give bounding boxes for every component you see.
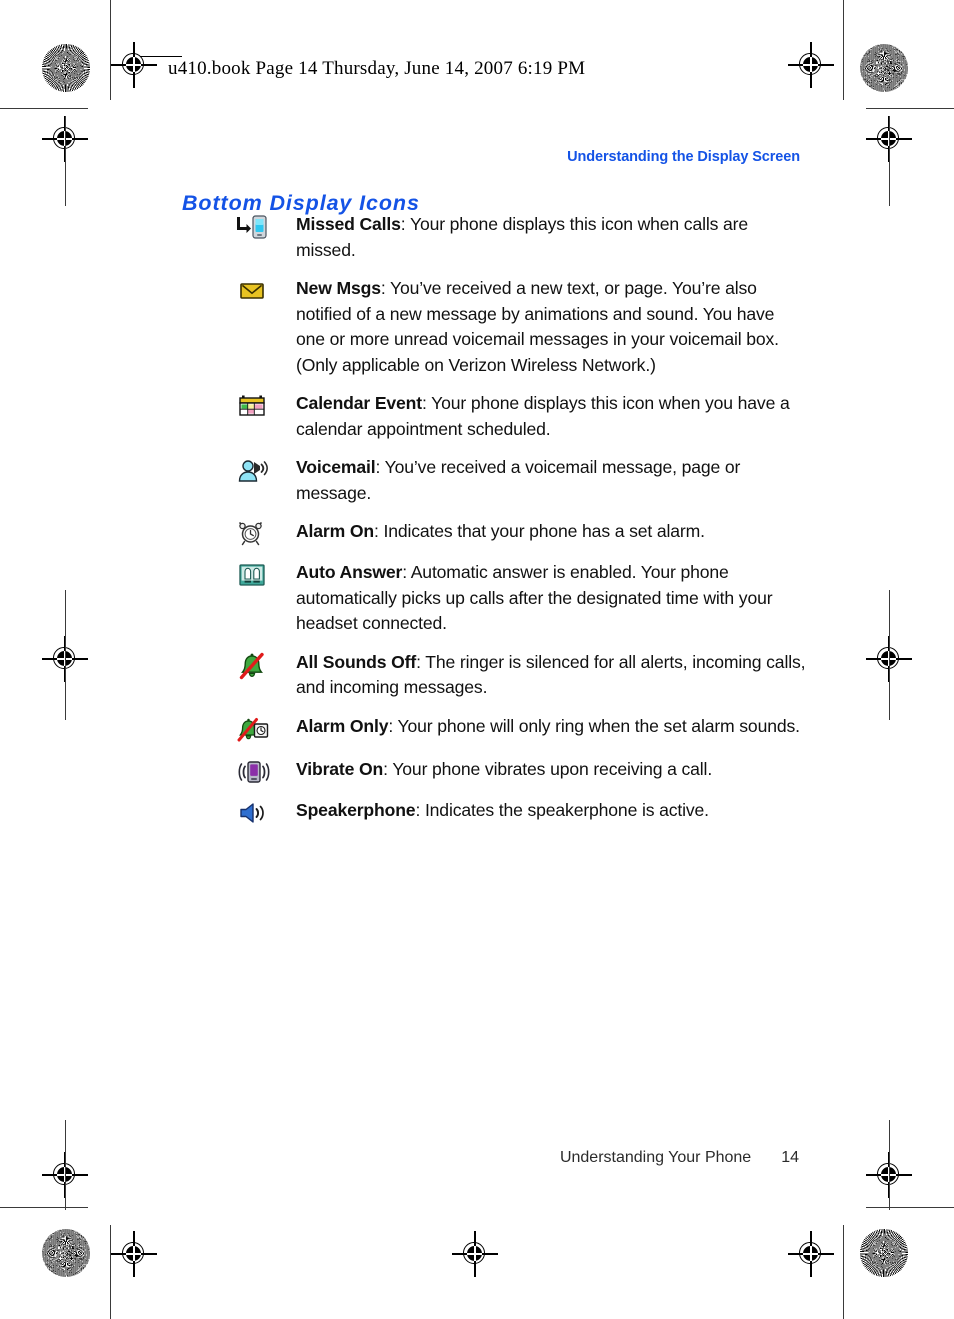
registration-target-top-left: [111, 42, 157, 88]
list-item: Alarm Only: Your phone will only ring wh…: [236, 714, 806, 744]
list-item: Vibrate On: Your phone vibrates upon rec…: [236, 757, 806, 785]
list-item: Alarm On: Indicates that your phone has …: [236, 519, 806, 547]
list-item-text: Missed Calls: Your phone displays this i…: [296, 212, 806, 263]
trim-line-lower-right-horizontal: [866, 1207, 954, 1209]
alarm-only-icon: [236, 714, 296, 744]
vibrate-on-icon: [236, 757, 296, 785]
registration-starburst-top-left: [42, 44, 90, 92]
list-item-term: Missed Calls: [296, 214, 401, 234]
missed-calls-icon: [236, 212, 296, 240]
list-item-text: Voicemail: You’ve received a voicemail m…: [296, 455, 806, 506]
registration-moire-bottom-left: [42, 1229, 90, 1277]
page-footer: Understanding Your Phone 14: [560, 1149, 799, 1167]
voicemail-icon: [236, 455, 296, 485]
list-item-text: Calendar Event: Your phone displays this…: [296, 391, 806, 442]
list-item-description: Your phone will only ring when the set a…: [397, 715, 800, 736]
calendar-event-icon: [236, 391, 296, 419]
list-item-text: Alarm On: Indicates that your phone has …: [296, 519, 806, 545]
trim-line-upper-left-horizontal: [0, 108, 88, 110]
list-item: Calendar Event: Your phone displays this…: [236, 391, 806, 442]
registration-target-bottom-right: [788, 1231, 834, 1277]
trim-line-left-lower-vertical: [64, 1120, 66, 1210]
trim-line-bottom-left-vertical: [110, 1225, 112, 1319]
registration-target-lower-right-inner: [866, 1152, 912, 1198]
trim-line-right-upper-vertical: [888, 116, 890, 206]
new-message-envelope-icon: [236, 276, 296, 304]
footer-page-number: 14: [781, 1149, 799, 1166]
trim-line-top-right-vertical: [843, 0, 845, 100]
list-item-term: New Msgs: [296, 278, 381, 298]
list-item: New Msgs: You’ve received a new text, or…: [236, 276, 806, 378]
registration-target-upper-left-inner: [42, 116, 88, 162]
list-item: Missed Calls: Your phone displays this i…: [236, 212, 806, 263]
running-head: Understanding the Display Screen: [567, 149, 800, 165]
list-item-text: Alarm Only: Your phone will only ring wh…: [296, 714, 806, 740]
list-item-text: Speakerphone: Indicates the speakerphone…: [296, 798, 806, 824]
list-item-separator: :: [416, 651, 426, 672]
all-sounds-off-icon: [236, 650, 296, 680]
list-item: Voicemail: You’ve received a voicemail m…: [236, 455, 806, 506]
registration-target-upper-right-inner: [866, 116, 912, 162]
list-item: Speakerphone: Indicates the speakerphone…: [236, 798, 806, 826]
list-item-separator: :: [400, 214, 410, 234]
list-item-term: Vibrate On: [296, 758, 384, 779]
registration-target-bottom-center: [452, 1231, 498, 1277]
trim-line-right-middle-vertical: [888, 590, 890, 720]
list-item-term: Speakerphone: [296, 799, 416, 820]
registration-target-middle-left: [42, 636, 88, 682]
list-item: All Sounds Off: The ringer is silenced f…: [236, 650, 806, 701]
list-item-text: Auto Answer: Automatic answer is enabled…: [296, 560, 806, 637]
list-item-separator: :: [422, 393, 432, 413]
list-item-separator: :: [402, 562, 411, 582]
list-item-term: Auto Answer: [296, 562, 403, 582]
list-item-separator: :: [380, 278, 391, 298]
registration-target-lower-left-inner: [42, 1152, 88, 1198]
alarm-on-icon: [236, 519, 296, 547]
registration-target-top-right: [788, 42, 834, 88]
list-item-text: All Sounds Off: The ringer is silenced f…: [296, 650, 806, 701]
trim-line-left-middle-vertical: [64, 590, 66, 720]
registration-moire-top-right: [860, 44, 908, 92]
list-item-term: Calendar Event: [296, 393, 422, 413]
list-item-separator: :: [415, 799, 425, 820]
list-item-separator: :: [383, 758, 393, 779]
list-item-separator: :: [375, 457, 385, 477]
speakerphone-icon: [236, 798, 296, 826]
trim-line-left-upper-vertical: [64, 116, 66, 206]
list-item-separator: :: [388, 715, 398, 736]
list-item-term: Voicemail: [296, 457, 376, 477]
registration-target-middle-right: [866, 636, 912, 682]
registration-target-bottom-left: [111, 1231, 157, 1277]
trim-line-top-left-vertical: [110, 0, 112, 100]
list-item-description: Indicates the speakerphone is active.: [424, 799, 709, 820]
list-item-term: Alarm Only: [296, 715, 389, 736]
list-item-text: Vibrate On: Your phone vibrates upon rec…: [296, 757, 806, 783]
list-item-term: Alarm On: [296, 521, 374, 541]
registration-starburst-bottom-right: [860, 1229, 908, 1277]
list-item-description: Indicates that your phone has a set alar…: [383, 521, 705, 541]
trim-line-lower-left-horizontal: [0, 1207, 88, 1209]
list-item-description: Your phone vibrates upon receiving a cal…: [392, 758, 713, 779]
list-item: Auto Answer: Automatic answer is enabled…: [236, 560, 806, 637]
icon-definition-list: Missed Calls: Your phone displays this i…: [236, 212, 806, 839]
auto-answer-icon: [236, 560, 296, 588]
trim-line-upper-right-horizontal: [866, 108, 954, 110]
trim-line-right-lower-vertical: [888, 1120, 890, 1210]
trim-line-bottom-right-vertical: [843, 1225, 845, 1319]
list-item-term: All Sounds Off: [296, 651, 417, 672]
file-slug-line: u410.book Page 14 Thursday, June 14, 200…: [168, 58, 586, 79]
list-item-text: New Msgs: You’ve received a new text, or…: [296, 276, 806, 378]
footer-chapter-label: Understanding Your Phone: [559, 1149, 752, 1166]
